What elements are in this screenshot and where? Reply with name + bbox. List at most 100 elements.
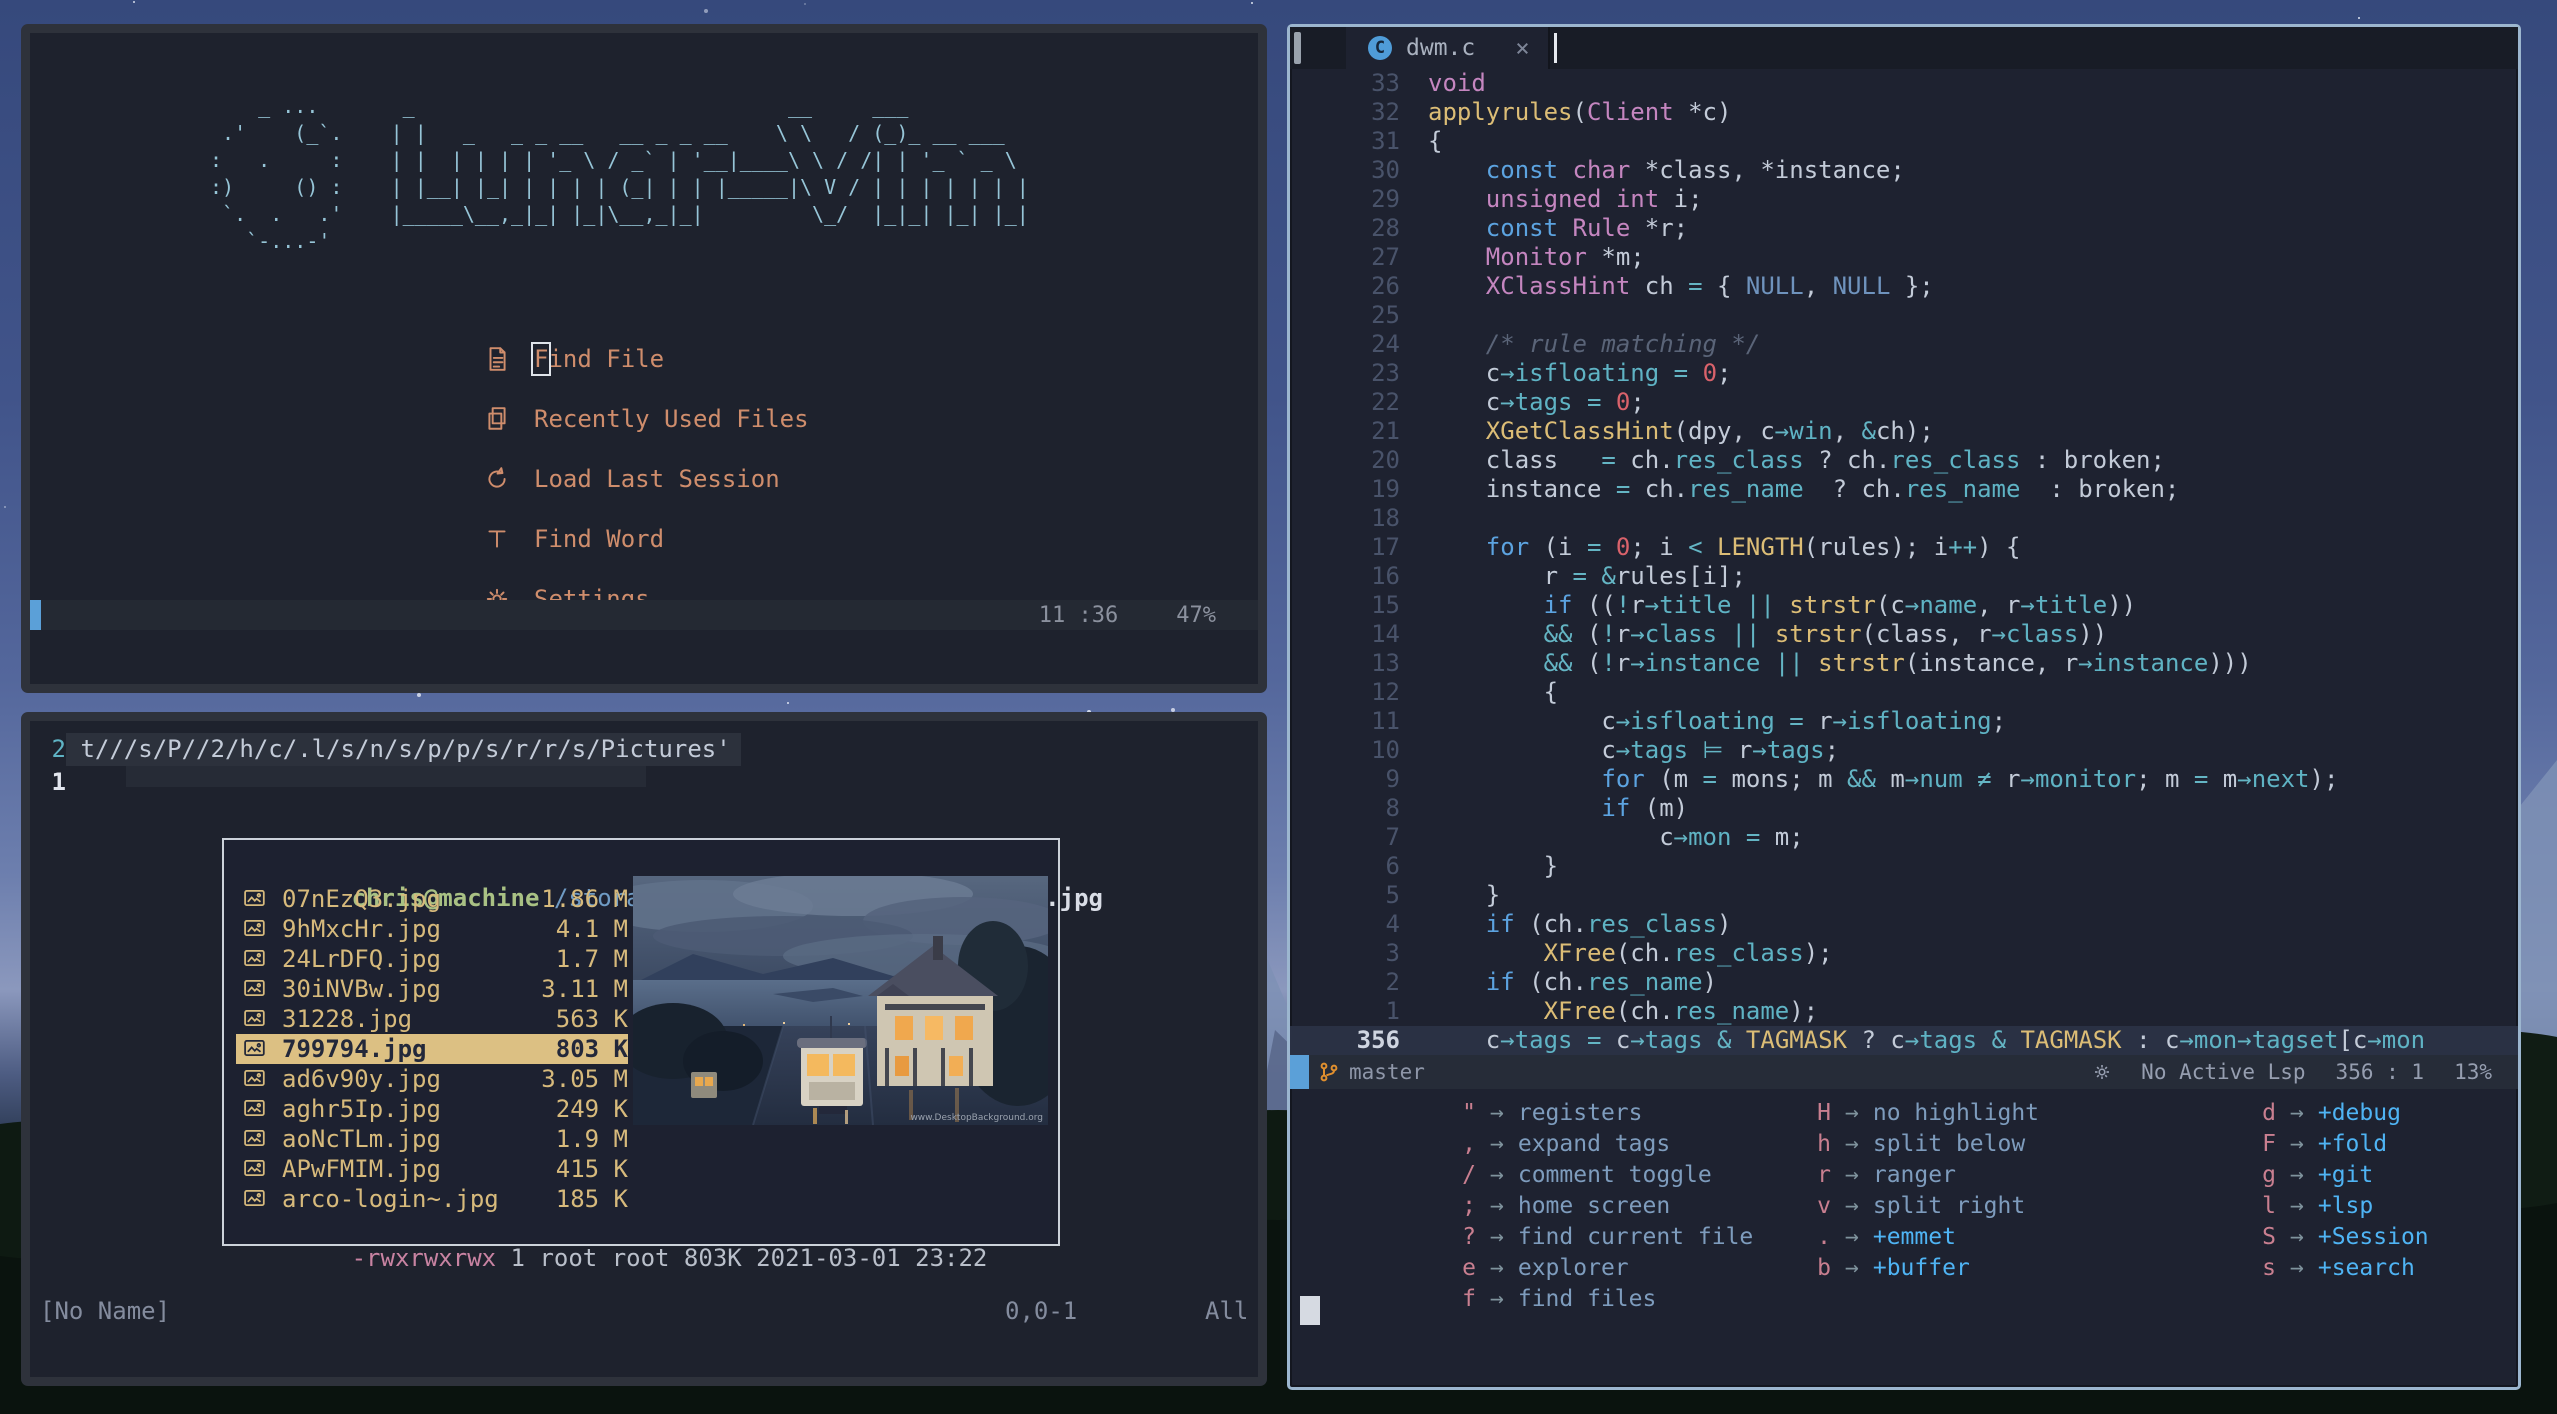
file-row-arco-login~.jpg[interactable]: arco-login~.jpg 185 K [236, 1184, 628, 1214]
code-line-2[interactable]: 2 if (ch.res_name) [1290, 968, 2518, 997]
menu-item-recently-used-files[interactable]: Recently Used Files [482, 389, 809, 449]
code-line-5[interactable]: 5 } [1290, 881, 2518, 910]
whichkey-binding-no-highlight[interactable]: H → no highlight [1795, 1097, 2039, 1128]
whichkey-binding-find-current-file[interactable]: ? → find current file [1440, 1221, 1753, 1252]
code-line-14[interactable]: 14 && (!r→class || strstr(class, r→class… [1290, 620, 2518, 649]
code-line-4[interactable]: 4 if (ch.res_class) [1290, 910, 2518, 939]
file-row-aghr5Ip.jpg[interactable]: aghr5Ip.jpg 249 K [236, 1094, 628, 1124]
whichkey-binding-+git[interactable]: g → +git [2240, 1159, 2429, 1190]
file-size: 1.86 M [541, 885, 628, 913]
code-line-29[interactable]: 29 unsigned int i; [1290, 185, 2518, 214]
arrow-icon: → [2290, 1192, 2304, 1219]
buffer-line-2[interactable]: 2 t///s/P//2/h/c/.l/s/n/s/p/p/s/r/r/s/Pi… [30, 733, 1258, 766]
line-number: 4 [1385, 910, 1400, 938]
code-line-11[interactable]: 11 c→isfloating = r→isfloating; [1290, 707, 2518, 736]
file-row-07nEzQ3.jpg[interactable]: 07nEzQ3.jpg 1.86 M [236, 884, 628, 914]
editor-statusline: master No Active Lsp 356 : 1 13% [1290, 1055, 2518, 1089]
code-line-356[interactable]: 356 c→tags = c→tags & TAGMASK ? c→tags &… [1290, 1026, 2518, 1055]
line-number: 1 [51, 768, 66, 796]
code-line-24[interactable]: 24 /* rule matching */ [1290, 330, 2518, 359]
code-line-9[interactable]: 9 for (m = mons; m && m→num ≠ r→monitor;… [1290, 765, 2518, 794]
code-line-6[interactable]: 6 } [1290, 852, 2518, 881]
code-text: applyrules(Client *c) [1428, 98, 1732, 126]
code-line-30[interactable]: 30 const char *class, *instance; [1290, 156, 2518, 185]
whichkey-binding-+lsp[interactable]: l → +lsp [2240, 1190, 2429, 1221]
arrow-icon: → [2290, 1254, 2304, 1281]
file-row-799794.jpg[interactable]: 799794.jpg 803 K [236, 1034, 628, 1064]
code-line-15[interactable]: 15 if ((!r→title || strstr(c→name, r→tit… [1290, 591, 2518, 620]
binding-label: +debug [2317, 1099, 2401, 1126]
file-row-ad6v90y.jpg[interactable]: ad6v90y.jpg 3.05 M [236, 1064, 628, 1094]
code-line-26[interactable]: 26 XClassHint ch = { NULL, NULL }; [1290, 272, 2518, 301]
code-line-32[interactable]: 32 applyrules(Client *c) [1290, 98, 2518, 127]
code-line-7[interactable]: 7 c→mon = m; [1290, 823, 2518, 852]
whichkey-binding-explorer[interactable]: e → explorer [1440, 1252, 1753, 1283]
key: l [2262, 1192, 2276, 1219]
file-row-aoNcTLm.jpg[interactable]: aoNcTLm.jpg 1.9 M [236, 1124, 628, 1154]
whichkey-binding-split-below[interactable]: h → split below [1795, 1128, 2039, 1159]
binding-label: +search [2317, 1254, 2415, 1281]
close-icon[interactable]: × [1515, 34, 1529, 62]
line-number: 8 [1385, 794, 1400, 822]
code-line-10[interactable]: 10 c→tags ⊨ r→tags; [1290, 736, 2518, 765]
code-line-12[interactable]: 12 { [1290, 678, 2518, 707]
code-text: c→tags = 0; [1485, 388, 1645, 416]
code-line-13[interactable]: 13 && (!r→instance || strstr(instance, r… [1290, 649, 2518, 678]
code-line-31[interactable]: 31 { [1290, 127, 2518, 156]
menu-item-find-word[interactable]: Find Word [482, 509, 809, 569]
whichkey-binding-registers[interactable]: " → registers [1440, 1097, 1753, 1128]
code-text: c→isfloating = 0; [1485, 359, 1732, 387]
code-line-1[interactable]: 1 XFree(ch.res_name); [1290, 997, 2518, 1026]
file-row-APwFMIM.jpg[interactable]: APwFMIM.jpg 415 K [236, 1154, 628, 1184]
file-row-9hMxcHr.jpg[interactable]: 9hMxcHr.jpg 4.1 M [236, 914, 628, 944]
vim-statusline: [No Name] 0,0-1 All [30, 1297, 1258, 1327]
code-line-16[interactable]: 16 r = &rules[i]; [1290, 562, 2518, 591]
key: b [1817, 1254, 1831, 1281]
window-editor: C dwm.c × 33 void 32 applyrules(Client *c) 3… [1287, 24, 2521, 1390]
whichkey-binding-comment-toggle[interactable]: / → comment toggle [1440, 1159, 1753, 1190]
code-line-20[interactable]: 20 class = ch.res_class ? ch.res_class :… [1290, 446, 2518, 475]
code-line-27[interactable]: 27 Monitor *m; [1290, 243, 2518, 272]
whichkey-binding-+session[interactable]: S → +Session [2240, 1221, 2429, 1252]
code-line-22[interactable]: 22 c→tags = 0; [1290, 388, 2518, 417]
line-number: 14 [1371, 620, 1400, 648]
code-text: r = &rules[i]; [1543, 562, 1746, 590]
image-file-icon [244, 1099, 270, 1119]
star [4, 505, 7, 508]
menu-item-find-file[interactable]: Find File [482, 329, 809, 389]
code-area[interactable]: 33 void 32 applyrules(Client *c) 31{30 const… [1290, 69, 2518, 1055]
whichkey-binding-+search[interactable]: s → +search [2240, 1252, 2429, 1283]
code-text: if ((!r→title || strstr(c→name, r→title)… [1543, 591, 2137, 619]
code-line-17[interactable]: 17 for (i = 0; i < LENGTH(rules); i++) { [1290, 533, 2518, 562]
menu-item-load-last-session[interactable]: Load Last Session [482, 449, 809, 509]
code-line-33[interactable]: 33 void [1290, 69, 2518, 98]
whichkey-binding-expand-tags[interactable]: , → expand tags [1440, 1128, 1753, 1159]
whichkey-binding-+buffer[interactable]: b → +buffer [1795, 1252, 2039, 1283]
key: " [1462, 1099, 1476, 1126]
whichkey-binding-+debug[interactable]: d → +debug [2240, 1097, 2429, 1128]
code-line-25[interactable]: 25 [1290, 301, 2518, 330]
line-number: 20 [1371, 446, 1400, 474]
whichkey-binding-find-files[interactable]: f → find files [1440, 1283, 1753, 1314]
code-line-19[interactable]: 19 instance = ch.res_name ? ch.res_name … [1290, 475, 2518, 504]
binding-label: +git [2317, 1161, 2374, 1188]
code-line-28[interactable]: 28 const Rule *r; [1290, 214, 2518, 243]
code-line-3[interactable]: 3 XFree(ch.res_class); [1290, 939, 2518, 968]
file-row-30iNVBw.jpg[interactable]: 30iNVBw.jpg 3.11 M [236, 974, 628, 1004]
tab-dwm-c[interactable]: C dwm.c × [1346, 27, 1550, 69]
buffer-line-1[interactable]: 1 [30, 766, 1258, 799]
code-line-23[interactable]: 23 c→isfloating = 0; [1290, 359, 2518, 388]
key: e [1462, 1254, 1476, 1281]
code-line-21[interactable]: 21 XGetClassHint(dpy, c→win, &ch); [1290, 417, 2518, 446]
code-line-8[interactable]: 8 if (m) [1290, 794, 2518, 823]
file-row-24LrDFQ.jpg[interactable]: 24LrDFQ.jpg 1.7 M [236, 944, 628, 974]
file-size: 249 K [555, 1095, 628, 1123]
whichkey-binding-home-screen[interactable]: ; → home screen [1440, 1190, 1753, 1221]
whichkey-binding-ranger[interactable]: r → ranger [1795, 1159, 2039, 1190]
whichkey-binding-split-right[interactable]: v → split right [1795, 1190, 2039, 1221]
code-line-18[interactable]: 18 [1290, 504, 2518, 533]
file-row-31228.jpg[interactable]: 31228.jpg 563 K [236, 1004, 628, 1034]
whichkey-binding-+emmet[interactable]: . → +emmet [1795, 1221, 2039, 1252]
whichkey-binding-+fold[interactable]: F → +fold [2240, 1128, 2429, 1159]
